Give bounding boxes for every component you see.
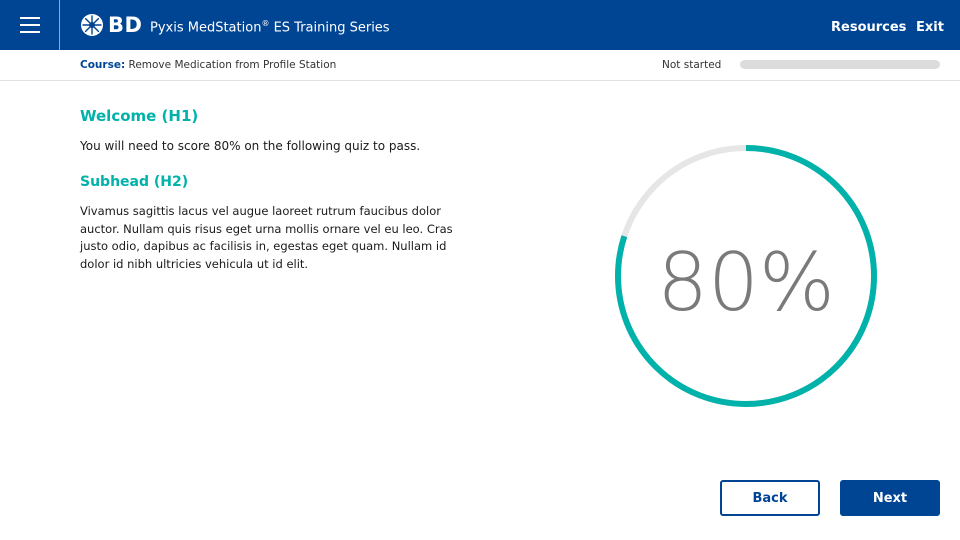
app-title: Pyxis MedStation® ES Training Series	[150, 19, 390, 35]
score-label: 80%	[657, 236, 835, 329]
body-paragraph: Vivamus sagittis lacus vel augue laoreet…	[80, 204, 453, 271]
back-button[interactable]: Back	[720, 480, 820, 516]
top-bar: BD Pyxis MedStation® ES Training Series …	[0, 0, 960, 50]
app-title-main: Pyxis MedStation	[150, 20, 262, 36]
heading-h1: Welcome (H1)	[80, 107, 199, 125]
score-ring: 80%	[615, 145, 877, 407]
header-divider	[59, 0, 60, 50]
hamburger-menu-icon[interactable]	[0, 0, 59, 50]
heading-h2: Subhead (H2)	[80, 174, 189, 190]
exit-link[interactable]: Exit	[916, 20, 944, 35]
logo-text: BD	[108, 13, 143, 37]
next-button[interactable]: Next	[840, 480, 940, 516]
course-bar: Course: Remove Medication from Profile S…	[0, 50, 960, 81]
bd-starburst-logo-icon	[81, 14, 103, 36]
course-name: Remove Medication from Profile Station	[125, 59, 337, 71]
course-title: Course: Remove Medication from Profile S…	[80, 59, 336, 71]
resources-link[interactable]: Resources	[831, 20, 906, 35]
course-status: Not started	[662, 59, 722, 71]
course-label: Course:	[80, 59, 126, 71]
intro-text: You will need to score 80% on the follow…	[80, 139, 421, 153]
bd-logo: BD	[80, 12, 142, 38]
course-progress-bar	[740, 60, 940, 69]
app-title-suffix: ES Training Series	[269, 20, 390, 36]
